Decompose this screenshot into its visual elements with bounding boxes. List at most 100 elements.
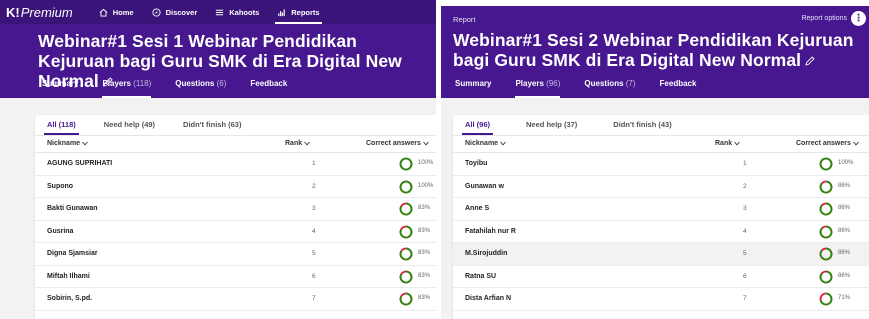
table-row[interactable]: Supono 2 100% [35,176,436,198]
player-nickname: Anne S [465,205,490,212]
report-header: K!Premium Home Discover Kahoots Reports [0,0,436,98]
report-options-label[interactable]: Report options [801,15,847,22]
player-rank: 3 [743,205,747,212]
tab-feedback[interactable]: Feedback [660,79,697,97]
table-row[interactable]: Fatahilah nur R 4 86% [453,221,869,243]
chevron-down-icon [423,141,429,146]
player-rows: AGUNG SUPRIHATI 1 100% Supono 2 100% Bakti Gun… [35,153,436,311]
table-row[interactable]: Bakti Gunawan 3 83% [35,198,436,221]
report-top-bar: Report Report options ⋮ [441,6,869,32]
filter-need-help[interactable]: Need help (49) [104,115,155,135]
home-icon [99,8,108,17]
correct-percentage: 100% [838,160,854,166]
player-rank: 6 [743,272,747,280]
tab-summary[interactable]: Summary [42,79,78,97]
correct-percentage: 83% [418,205,431,211]
report-panel-session-1: K!Premium Home Discover Kahoots Reports [0,0,436,319]
correct-percentage: 100% [418,182,434,189]
top-navigation: K!Premium Home Discover Kahoots Reports [0,0,436,24]
nav-home[interactable]: Home [99,0,134,24]
tab-players[interactable]: Players (96) [515,79,560,98]
table-row[interactable]: Anne S 3 86% [453,198,869,221]
chevron-down-icon [734,141,740,146]
correct-answers-ring-icon [399,202,413,216]
correct-percentage: 71% [838,295,851,301]
report-tabs: Summary Players (118) Questions (6) Feed… [42,79,311,98]
tab-feedback[interactable]: Feedback [250,79,287,97]
nav-home-label: Home [112,7,134,17]
player-nickname: Supono [47,182,74,190]
player-filters: All (96) Need help (37) Didn't finish (4… [453,115,869,135]
player-nickname: Miftah Ilhami [47,272,90,280]
column-correct-answers[interactable]: Correct answers [366,140,429,147]
report-tabs: Summary Players (96) Questions (7) Feedb… [455,79,720,98]
chevron-down-icon [500,141,506,146]
correct-answers-ring-icon [819,202,833,216]
player-nickname: AGUNG SUPRIHATI [47,160,113,167]
table-row[interactable]: Toyibu 1 100% [453,153,869,176]
column-correct-answers[interactable]: Correct answers [796,140,859,147]
list-icon [216,9,224,15]
correct-percentage: 83% [418,227,431,234]
table-row[interactable]: AGUNG SUPRIHATI 1 100% [35,153,436,176]
player-rank: 6 [312,272,316,280]
nav-reports[interactable]: Reports [275,0,322,24]
column-rank[interactable]: Rank [715,140,740,147]
correct-answers-ring-icon [819,270,833,283]
chevron-down-icon [82,141,88,146]
player-nickname: Sobirin, S.pd. [47,295,93,302]
column-nickname[interactable]: Nickname [47,140,88,147]
filter-didnt-finish[interactable]: Didn't finish (63) [183,115,241,135]
table-header: Nickname Rank Correct answers [35,135,436,153]
column-rank[interactable]: Rank [285,140,310,147]
edit-pencil-icon[interactable] [804,55,816,67]
table-row[interactable]: Miftah Ilhami 6 83% [35,266,436,288]
compass-icon [152,7,161,17]
player-nickname: Gunawan w [465,182,504,190]
more-options-icon[interactable]: ⋮ [851,11,866,26]
player-nickname: Dista Arfian N [465,295,512,302]
table-row[interactable]: Ratna SU 6 86% [453,266,869,288]
correct-percentage: 86% [838,227,851,234]
table-row[interactable]: M.Sirojuddin 5 86% [453,243,869,266]
report-panel-session-2: Report Report options ⋮ Webinar#1 Sesi 2… [441,6,869,319]
player-rank: 7 [312,295,316,302]
chevron-down-icon [304,141,310,146]
player-nickname: Digna Sjamsiar [47,250,98,257]
chevron-down-icon [853,141,859,146]
report-title: Webinar#1 Sesi 2 Webinar Pendidikan Keju… [453,30,863,70]
correct-percentage: 86% [838,205,851,211]
players-table-card: All (96) Need help (37) Didn't finish (4… [453,115,869,319]
correct-percentage: 86% [838,250,851,256]
correct-answers-ring-icon [819,157,833,171]
report-label: Report [453,15,476,24]
table-row[interactable]: Gusrina 4 83% [35,221,436,243]
table-row[interactable]: Gunawan w 2 86% [453,176,869,198]
player-rank: 1 [743,160,747,167]
kahoot-logo[interactable]: K!Premium [6,5,73,20]
correct-answers-ring-icon [819,247,833,261]
table-row[interactable]: Digna Sjamsiar 5 83% [35,243,436,266]
tab-questions[interactable]: Questions (6) [175,79,226,97]
nav-kahoots[interactable]: Kahoots [215,0,259,24]
table-row[interactable]: Sobirin, S.pd. 7 83% [35,288,436,311]
correct-percentage: 83% [418,250,431,256]
filter-all[interactable]: All (96) [461,115,494,135]
column-nickname[interactable]: Nickname [465,140,506,147]
correct-percentage: 100% [418,160,434,166]
player-nickname: M.Sirojuddin [465,250,508,257]
filter-didnt-finish[interactable]: Didn't finish (43) [613,115,671,135]
nav-discover-label: Discover [165,7,198,17]
player-rank: 5 [743,250,747,257]
tab-players[interactable]: Players (118) [102,79,151,98]
nav-kahoots-label: Kahoots [229,7,260,17]
filter-need-help[interactable]: Need help (37) [526,115,577,135]
tab-summary[interactable]: Summary [455,79,491,97]
nav-reports-label: Reports [291,7,320,17]
player-rank: 4 [312,227,316,235]
table-row[interactable]: Dista Arfian N 7 71% [453,288,869,311]
tab-questions[interactable]: Questions (7) [584,79,635,97]
nav-discover[interactable]: Discover [152,0,198,24]
table-header: Nickname Rank Correct answers [453,135,869,153]
filter-all[interactable]: All (118) [44,115,79,135]
